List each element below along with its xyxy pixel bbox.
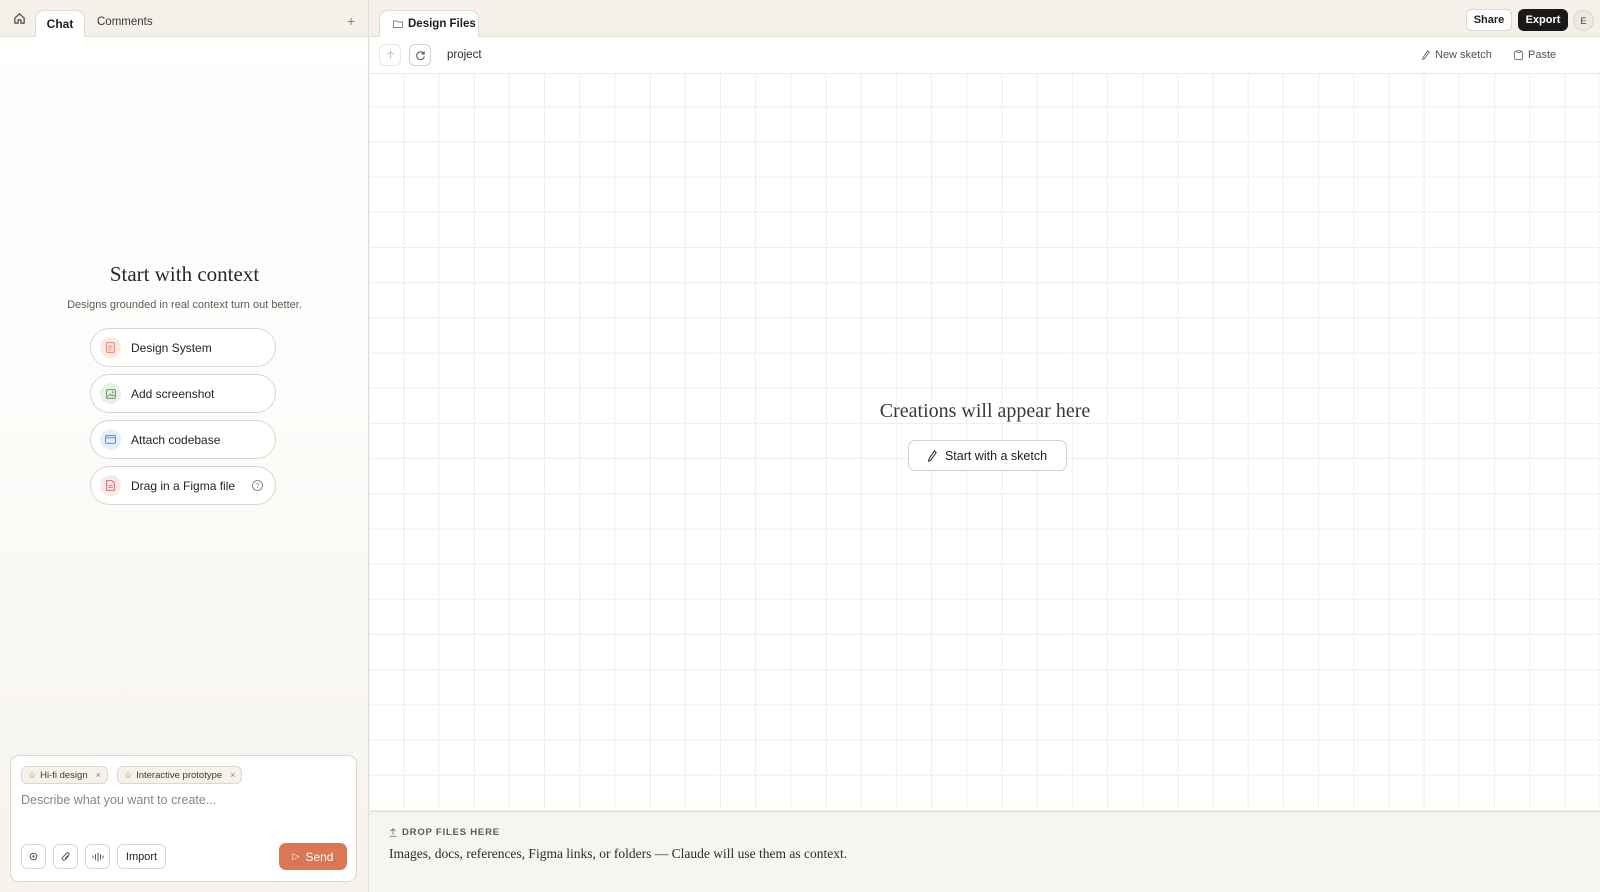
refresh-button[interactable] bbox=[409, 44, 431, 66]
remove-chip-icon[interactable]: × bbox=[230, 770, 235, 780]
refresh-icon bbox=[415, 50, 425, 60]
chip-interactive-prototype[interactable]: ☆ Interactive prototype × bbox=[117, 766, 243, 784]
file-drop-zone[interactable]: DROP FILES HERE Images, docs, references… bbox=[370, 811, 1600, 892]
import-button[interactable]: Import bbox=[117, 844, 166, 869]
clipboard-icon bbox=[1514, 50, 1523, 60]
home-button[interactable] bbox=[9, 8, 29, 28]
avatar[interactable]: E bbox=[1573, 10, 1594, 31]
attach-codebase-button[interactable]: Attach codebase bbox=[90, 420, 276, 459]
pencil-icon bbox=[1422, 50, 1430, 60]
tab-design-files-label: Design Files bbox=[408, 18, 476, 30]
canvas-toolbar: project New sketch Paste bbox=[370, 37, 1600, 74]
document-icon bbox=[100, 337, 121, 358]
breadcrumb[interactable]: project bbox=[447, 49, 482, 61]
design-system-button[interactable]: Design System bbox=[90, 328, 276, 367]
chat-panel: Chat Comments + Start with context Desig… bbox=[0, 0, 369, 892]
new-sketch-button[interactable]: New sketch bbox=[1422, 49, 1492, 61]
add-screenshot-label: Add screenshot bbox=[131, 386, 215, 401]
drop-zone-heading: DROP FILES HERE bbox=[389, 827, 500, 838]
tab-design-files[interactable]: Design Files bbox=[379, 10, 479, 37]
star-icon: ☆ bbox=[124, 769, 133, 780]
tab-comments[interactable]: Comments bbox=[97, 16, 153, 28]
help-icon[interactable]: ? bbox=[252, 480, 263, 491]
add-screenshot-button[interactable]: Add screenshot bbox=[90, 374, 276, 413]
start-sketch-button[interactable]: Start with a sketch bbox=[908, 440, 1067, 471]
paste-label: Paste bbox=[1528, 49, 1557, 61]
chat-panel-tabbar: Chat Comments + bbox=[0, 0, 368, 37]
settings-button[interactable] bbox=[21, 844, 46, 869]
waveform-icon bbox=[92, 852, 103, 861]
drop-zone-description: Images, docs, references, Figma links, o… bbox=[389, 846, 848, 861]
chip-hifi-design[interactable]: ☆ Hi-fi design × bbox=[21, 766, 108, 784]
image-icon bbox=[100, 383, 121, 404]
paste-button[interactable]: Paste bbox=[1514, 49, 1556, 61]
up-button[interactable] bbox=[379, 44, 401, 66]
send-arrow-icon: ▷ bbox=[292, 851, 300, 861]
figma-file-icon bbox=[100, 475, 121, 496]
pencil-icon bbox=[927, 449, 937, 462]
new-chat-button[interactable]: + bbox=[347, 13, 355, 29]
design-panel: Design Files Share Export E project New … bbox=[370, 0, 1600, 892]
file-tabbar: Design Files Share Export E bbox=[370, 0, 1600, 37]
context-subtitle: Designs grounded in real context turn ou… bbox=[67, 299, 302, 311]
remove-chip-icon[interactable]: × bbox=[96, 770, 101, 780]
prompt-input[interactable] bbox=[21, 793, 341, 807]
design-canvas[interactable]: Creations will appear here Start with a … bbox=[370, 74, 1600, 811]
gear-icon bbox=[29, 852, 38, 861]
context-title: Start with context bbox=[109, 262, 260, 286]
attach-button[interactable] bbox=[53, 844, 78, 869]
figma-file-label: Drag in a Figma file bbox=[131, 478, 236, 493]
design-system-label: Design System bbox=[131, 340, 212, 355]
export-button[interactable]: Export bbox=[1518, 9, 1568, 31]
code-window-icon bbox=[100, 429, 121, 450]
context-intro: Start with context Designs grounded in r… bbox=[0, 262, 369, 311]
figma-file-button[interactable]: Drag in a Figma file ? bbox=[90, 466, 276, 505]
upload-icon bbox=[389, 828, 397, 837]
chip-label: Interactive prototype bbox=[136, 769, 223, 781]
drop-zone-heading-label: DROP FILES HERE bbox=[402, 827, 500, 838]
send-label: Send bbox=[305, 849, 334, 864]
chip-label: Hi-fi design bbox=[40, 769, 88, 781]
paperclip-icon bbox=[61, 851, 69, 861]
tab-chat[interactable]: Chat bbox=[35, 10, 85, 37]
star-icon: ☆ bbox=[28, 769, 37, 780]
folder-icon bbox=[393, 20, 403, 28]
share-button[interactable]: Share bbox=[1466, 9, 1512, 31]
empty-state-title: Creations will appear here bbox=[879, 400, 1091, 422]
start-sketch-label: Start with a sketch bbox=[944, 448, 1048, 463]
prompt-composer: ☆ Hi-fi design × ☆ Interactive prototype… bbox=[10, 755, 357, 882]
arrow-up-icon bbox=[386, 50, 394, 59]
home-icon bbox=[13, 12, 25, 24]
new-sketch-label: New sketch bbox=[1435, 49, 1492, 61]
send-button[interactable]: ▷ Send bbox=[279, 843, 347, 870]
attach-codebase-label: Attach codebase bbox=[131, 432, 221, 447]
voice-button[interactable] bbox=[85, 844, 110, 869]
